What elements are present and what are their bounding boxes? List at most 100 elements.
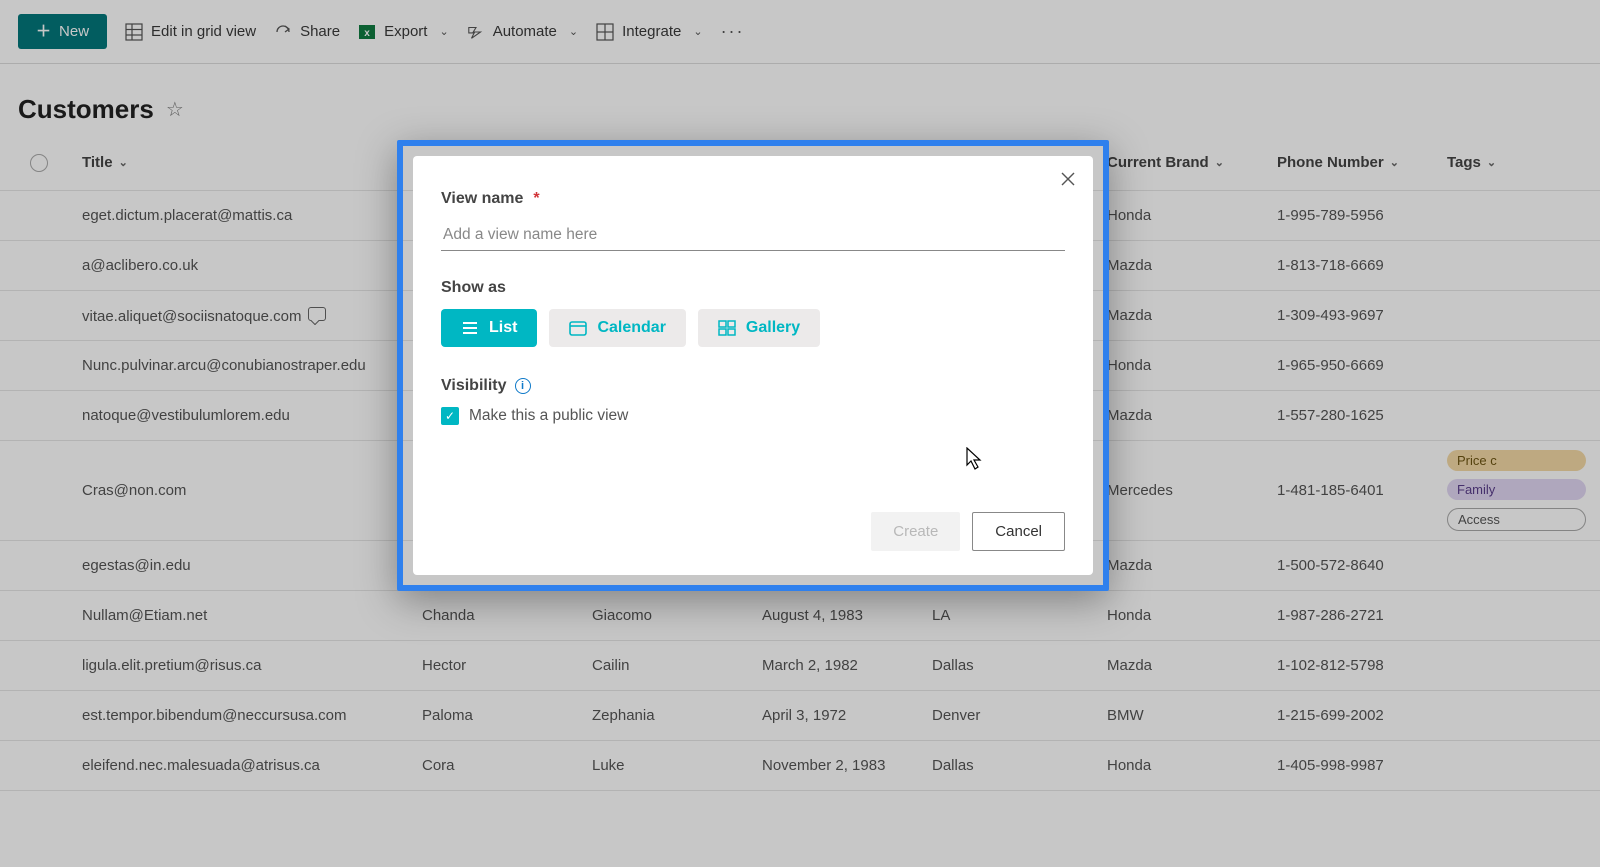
cell-phone: 1-813-718-6669: [1277, 257, 1447, 274]
show-as-calendar-button[interactable]: Calendar: [549, 309, 685, 347]
grid-icon: [125, 23, 143, 41]
cell-phone: 1-309-493-9697: [1277, 307, 1447, 324]
chevron-down-icon: ⌄: [439, 25, 448, 38]
cell-last: Luke: [592, 757, 762, 774]
chevron-down-icon: ⌄: [1487, 156, 1496, 169]
cell-title: egestas@in.edu: [82, 557, 191, 574]
cell-brand: Honda: [1107, 757, 1277, 774]
cell-dob: August 4, 1983: [762, 607, 932, 624]
visibility-label: Visibility i: [441, 377, 1065, 395]
share-icon: [274, 23, 292, 41]
cell-tags: Price c Family Access: [1447, 448, 1600, 533]
chevron-down-icon: ⌄: [693, 25, 702, 38]
cell-dob: April 3, 1972: [762, 707, 932, 724]
cell-last: Zephania: [592, 707, 762, 724]
tag-pill[interactable]: Family: [1447, 479, 1586, 500]
chevron-down-icon: ⌄: [569, 25, 578, 38]
cell-phone: 1-481-185-6401: [1277, 482, 1447, 499]
cell-title: Nunc.pulvinar.arcu@conubianostraper.edu: [82, 357, 366, 374]
cell-loc: LA: [932, 607, 1107, 624]
cell-phone: 1-405-998-9987: [1277, 757, 1447, 774]
cell-dob: November 2, 1983: [762, 757, 932, 774]
integrate-button[interactable]: Integrate ⌄: [596, 23, 702, 41]
chevron-down-icon: ⌄: [119, 156, 128, 169]
create-button[interactable]: Create: [871, 512, 960, 551]
table-row[interactable]: Nullam@Etiam.net ChandaGiacomoAugust 4, 1…: [0, 591, 1600, 641]
table-row[interactable]: est.tempor.bibendum@neccursusa.com Paloma…: [0, 691, 1600, 741]
list-title-row: Customers ☆: [0, 64, 1600, 135]
new-button-label: New: [59, 23, 89, 40]
more-actions-button[interactable]: ···: [721, 21, 745, 42]
export-label: Export: [384, 23, 427, 40]
list-title: Customers: [18, 94, 154, 125]
cell-title: est.tempor.bibendum@neccursusa.com: [82, 707, 347, 724]
automate-button[interactable]: Automate ⌄: [467, 23, 578, 41]
cell-phone: 1-987-286-2721: [1277, 607, 1447, 624]
cell-title: Cras@non.com: [82, 482, 186, 499]
cell-last: Giacomo: [592, 607, 762, 624]
show-as-list-button[interactable]: List: [441, 309, 537, 347]
tag-pill[interactable]: Access: [1447, 508, 1586, 531]
show-as-gallery-button[interactable]: Gallery: [698, 309, 820, 347]
automate-icon: [467, 23, 485, 41]
cell-brand: Honda: [1107, 357, 1277, 374]
cell-title: eget.dictum.placerat@mattis.ca: [82, 207, 292, 224]
cell-brand: Mazda: [1107, 557, 1277, 574]
cell-first: Chanda: [422, 607, 592, 624]
cell-dob: March 2, 1982: [762, 657, 932, 674]
column-header-title[interactable]: Title⌄: [82, 154, 422, 171]
export-button[interactable]: x Export ⌄: [358, 23, 449, 41]
cell-loc: Dallas: [932, 757, 1107, 774]
cancel-button[interactable]: Cancel: [972, 512, 1065, 551]
cell-brand: BMW: [1107, 707, 1277, 724]
close-button[interactable]: [1059, 170, 1077, 188]
table-row[interactable]: ligula.elit.pretium@risus.caHectorCailin…: [0, 641, 1600, 691]
share-button[interactable]: Share: [274, 23, 340, 41]
select-all-toggle[interactable]: [30, 154, 48, 172]
cell-title: natoque@vestibulumlorem.edu: [82, 407, 290, 424]
chevron-down-icon: ⌄: [1390, 156, 1399, 169]
cell-brand: Mazda: [1107, 307, 1277, 324]
command-bar: ＋ New Edit in grid view Share x Export ⌄…: [0, 0, 1600, 64]
excel-icon: x: [358, 23, 376, 41]
public-view-checkbox[interactable]: ✓: [441, 407, 459, 425]
cell-title: vitae.aliquet@sociisnatoque.com: [82, 308, 302, 325]
cell-first: Hector: [422, 657, 592, 674]
cell-phone: 1-102-812-5798: [1277, 657, 1447, 674]
list-icon: [461, 321, 479, 335]
view-name-label: View name*: [441, 190, 1065, 208]
edit-in-grid-button[interactable]: Edit in grid view: [125, 23, 256, 41]
create-view-dialog: View name* Show as List Calendar Gallery…: [413, 156, 1093, 575]
tag-pill[interactable]: Price c: [1447, 450, 1586, 471]
table-row[interactable]: eleifend.nec.malesuada@atrisus.caCoraLuk…: [0, 741, 1600, 791]
share-label: Share: [300, 23, 340, 40]
mouse-cursor-icon: [966, 447, 984, 471]
integrate-label: Integrate: [622, 23, 681, 40]
cell-first: Paloma: [422, 707, 592, 724]
cell-brand: Honda: [1107, 207, 1277, 224]
dialog-actions: Create Cancel: [441, 512, 1065, 551]
cell-phone: 1-995-789-5956: [1277, 207, 1447, 224]
column-header-phone[interactable]: Phone Number⌄: [1277, 154, 1447, 171]
svg-text:x: x: [364, 28, 370, 39]
gallery-icon: [718, 320, 736, 336]
show-as-label: Show as: [441, 279, 1065, 297]
cell-phone: 1-557-280-1625: [1277, 407, 1447, 424]
cell-last: Cailin: [592, 657, 762, 674]
cell-phone: 1-965-950-6669: [1277, 357, 1447, 374]
favorite-star-icon[interactable]: ☆: [166, 97, 184, 122]
new-button[interactable]: ＋ New: [18, 14, 107, 49]
comment-icon[interactable]: [308, 307, 326, 321]
required-asterisk: *: [533, 190, 539, 208]
view-name-input[interactable]: [441, 220, 1065, 251]
public-view-checkbox-row: ✓ Make this a public view: [441, 407, 1065, 425]
integrate-icon: [596, 23, 614, 41]
info-icon[interactable]: i: [515, 378, 531, 394]
column-header-brand[interactable]: Current Brand⌄: [1107, 154, 1277, 171]
column-header-tags[interactable]: Tags⌄: [1447, 154, 1600, 171]
automate-label: Automate: [493, 23, 557, 40]
cell-first: Cora: [422, 757, 592, 774]
cell-title: Nullam@Etiam.net: [82, 607, 207, 624]
cell-loc: Denver: [932, 707, 1107, 724]
cell-title: a@aclibero.co.uk: [82, 257, 198, 274]
